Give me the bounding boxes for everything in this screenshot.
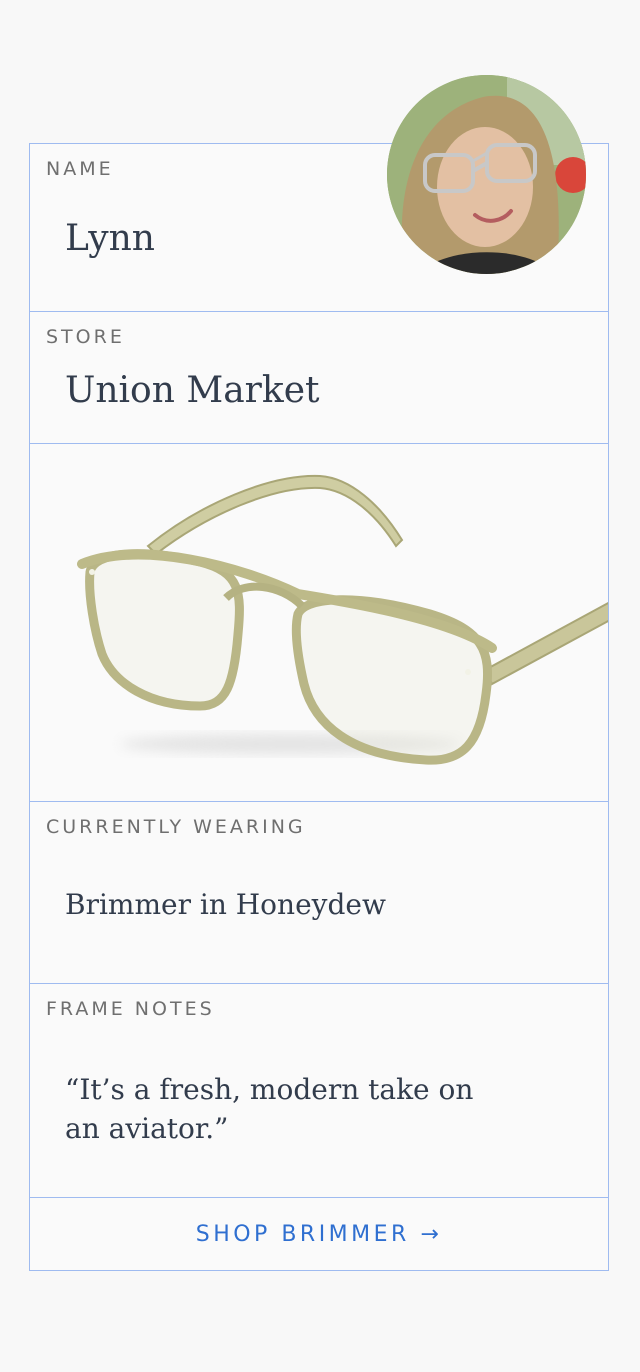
store-value: Union Market: [65, 370, 320, 411]
product-image-row: [30, 444, 608, 802]
name-value: Lynn: [65, 218, 155, 259]
shop-row: SHOP BRIMMER →: [30, 1198, 608, 1272]
store-label: STORE: [46, 326, 125, 348]
glasses-image: [77, 474, 608, 765]
frame-name: Brimmer in Honeydew: [65, 888, 386, 921]
store-row: STORE Union Market: [30, 312, 608, 444]
currently-wearing-row: CURRENTLY WEARING Brimmer in Honeydew: [30, 802, 608, 984]
frame-notes-row: FRAME NOTES “It’s a fresh, modern take o…: [30, 984, 608, 1198]
staff-pick-card: NAME Lynn STORE Union Market CURRENTLY W…: [29, 143, 609, 1271]
name-label: NAME: [46, 158, 114, 180]
avatar-portrait: [387, 75, 586, 274]
frame-notes-label: FRAME NOTES: [46, 998, 215, 1020]
frame-notes-quote: “It’s a fresh, modern take on an aviator…: [65, 1073, 474, 1145]
shop-brimmer-link[interactable]: SHOP BRIMMER →: [30, 1222, 608, 1247]
avatar: [387, 75, 586, 274]
currently-wearing-label: CURRENTLY WEARING: [46, 816, 306, 838]
